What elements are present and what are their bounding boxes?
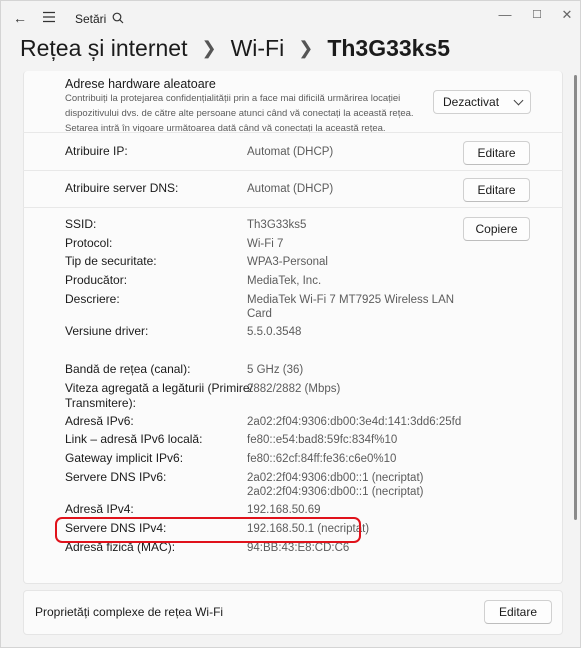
hardware-address-description: Contribuiți la protejarea confidențialit… xyxy=(65,93,414,134)
random-hardware-address-dropdown[interactable]: Dezactivat xyxy=(433,90,531,114)
breadcrumb-current: Th3G33ks5 xyxy=(327,35,451,61)
property-value: 94:BB:43:E8:CD:C6 xyxy=(247,542,350,554)
highlight-frame xyxy=(55,517,361,543)
property-label: SSID: xyxy=(65,217,97,231)
edit-dns-button[interactable]: Editare xyxy=(463,178,530,202)
property-label: Link – adresă IPv6 locală: xyxy=(65,432,203,446)
ip-assignment-label: Atribuire IP: xyxy=(65,144,128,158)
dns-assignment-label: Atribuire server DNS: xyxy=(65,181,179,195)
divider xyxy=(23,132,563,133)
title-bar: ← Setări — ☐ ✕ xyxy=(1,1,580,37)
property-value: fe80::e54:bad8:59fc:834f%10 xyxy=(247,434,398,446)
property-label: Bandă de rețea (canal): xyxy=(65,362,191,376)
property-value: fe80::62cf:84ff:fe36:c6e0%10 xyxy=(247,453,397,465)
property-value: 192.168.50.69 xyxy=(247,504,321,516)
property-value: MediaTek Wi-Fi 7 MT7925 Wireless LAN xyxy=(247,294,455,306)
dns-assignment-value: Automat (DHCP) xyxy=(247,183,334,195)
maximize-icon[interactable]: ☐ xyxy=(526,8,548,21)
property-value: 2a02:2f04:9306:db00::1 (necriptat) xyxy=(247,472,424,484)
property-label: Adresă IPv6: xyxy=(65,414,134,428)
app-title: Setări xyxy=(75,12,107,26)
breadcrumb: Rețea și internet ❯ Wi-Fi ❯ Th3G33ks5 xyxy=(20,35,450,62)
search-icon[interactable] xyxy=(112,11,124,27)
property-label: Gateway implicit IPv6: xyxy=(65,451,184,465)
edit-advanced-button[interactable]: Editare xyxy=(484,600,552,624)
breadcrumb-wifi[interactable]: Wi-Fi xyxy=(231,35,285,61)
property-value: 2882/2882 (Mbps) xyxy=(247,383,341,395)
copy-button[interactable]: Copiere xyxy=(463,217,530,241)
property-label: Servere DNS IPv6: xyxy=(65,470,167,484)
property-label: Transmitere): xyxy=(65,396,136,410)
property-label: Adresă IPv4: xyxy=(65,502,134,516)
back-arrow-icon[interactable]: ← xyxy=(13,10,27,26)
property-value: 2a02:2f04:9306:db00::1 (necriptat) xyxy=(247,486,424,498)
divider xyxy=(23,207,563,208)
property-value: Th3G33ks5 xyxy=(247,219,307,231)
chevron-down-icon xyxy=(513,95,524,106)
property-value: Card xyxy=(247,308,272,320)
scrollbar[interactable] xyxy=(574,75,577,520)
property-value: 5 GHz (36) xyxy=(247,364,304,376)
close-icon[interactable]: ✕ xyxy=(556,7,578,23)
property-value: MediaTek, Inc. xyxy=(247,275,322,287)
settings-window: ← Setări — ☐ ✕ Rețea și internet ❯ Wi-Fi ❯ T… xyxy=(0,0,581,648)
minimize-icon[interactable]: — xyxy=(494,7,516,22)
chevron-right-icon: ❯ xyxy=(201,38,217,58)
advanced-properties-label: Proprietăți complexe de rețea Wi-Fi xyxy=(35,605,224,619)
chevron-right-icon: ❯ xyxy=(298,38,314,58)
breadcrumb-network[interactable]: Rețea și internet xyxy=(20,35,187,61)
property-label: Versiune driver: xyxy=(65,324,149,338)
ip-assignment-value: Automat (DHCP) xyxy=(247,146,334,158)
hamburger-menu-icon[interactable] xyxy=(42,10,56,26)
property-label: Descriere: xyxy=(65,292,120,306)
property-label: Tip de securitate: xyxy=(65,254,157,268)
property-value: 5.5.0.3548 xyxy=(247,326,302,338)
divider xyxy=(23,170,563,171)
edit-ip-button[interactable]: Editare xyxy=(463,141,530,165)
property-value: 2a02:2f04:9306:db00:3e4d:141:3dd6:25fd xyxy=(247,416,462,428)
property-label: Protocol: xyxy=(65,236,113,250)
property-label: Producător: xyxy=(65,273,128,287)
property-value: WPA3-Personal xyxy=(247,256,328,268)
property-value: Wi-Fi 7 xyxy=(247,238,284,250)
